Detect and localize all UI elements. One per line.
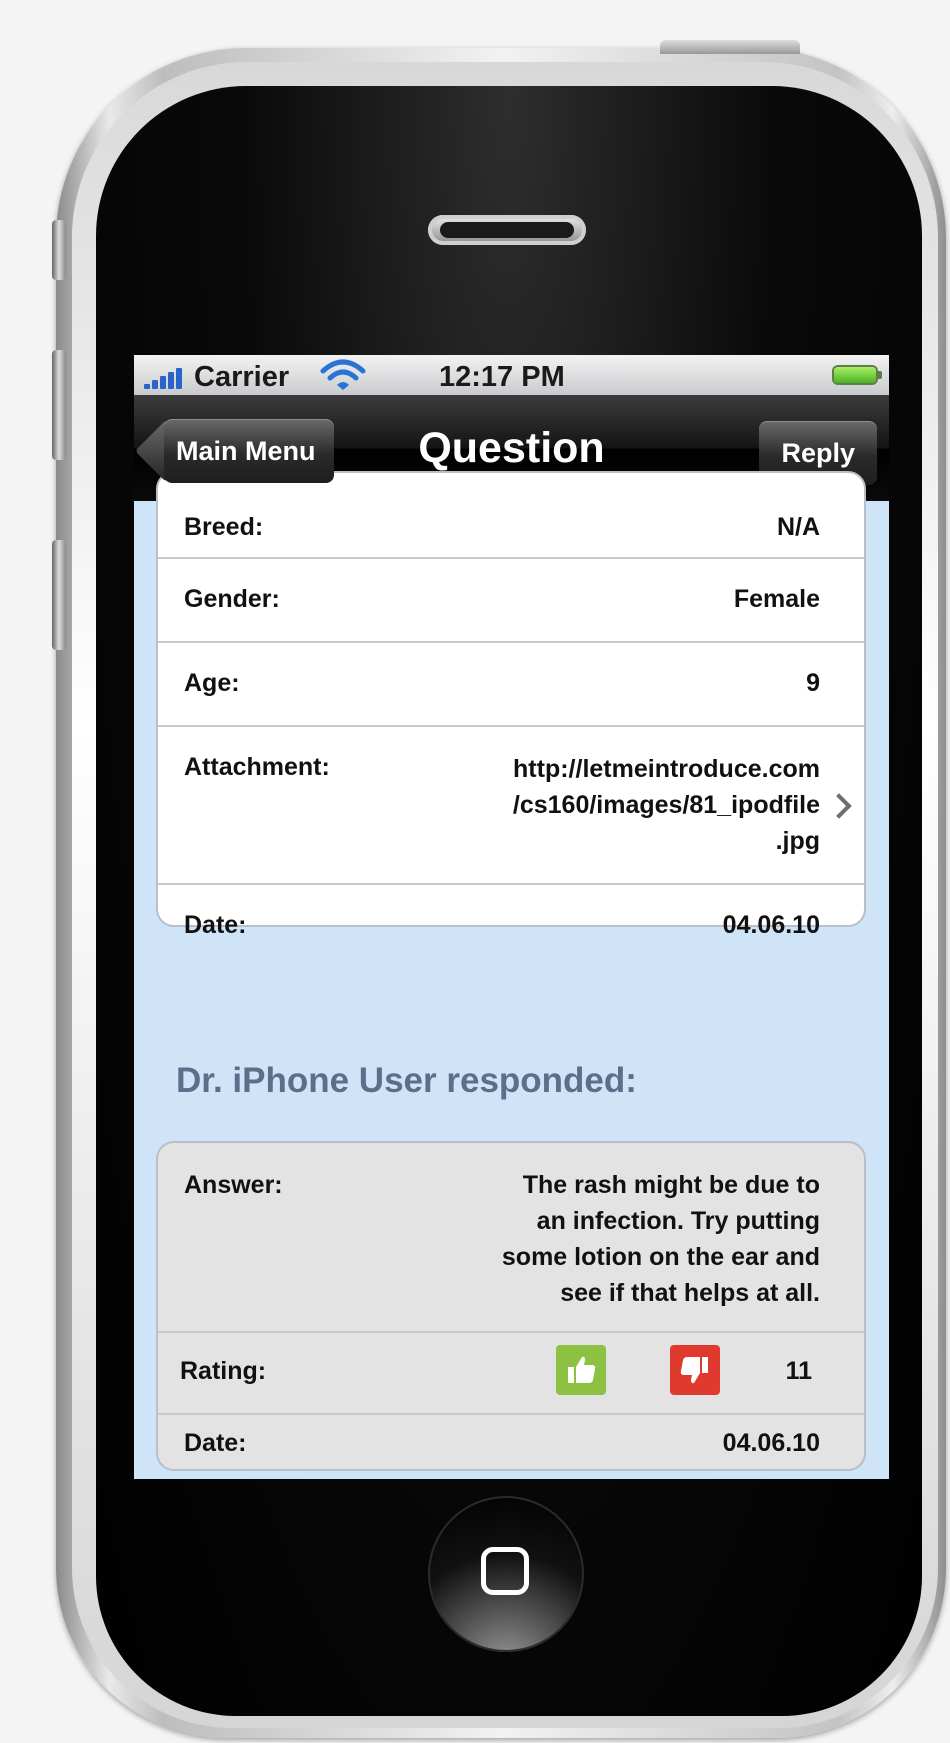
question-details-table: Breed: N/A Gender: Female Age: 9 Attachm… <box>156 471 866 939</box>
thumbs-up-icon[interactable] <box>556 1345 606 1395</box>
back-button-container: Main Menu <box>134 395 384 501</box>
thumbs-down-icon[interactable] <box>670 1345 720 1395</box>
detail-value: 9 <box>806 669 820 697</box>
answer-line: some lotion on the ear and <box>501 1243 820 1271</box>
detail-row-attachment[interactable]: Attachment: http://letmeintroduce.com /c… <box>158 725 864 885</box>
detail-row-gender: Gender: Female <box>158 557 864 643</box>
chevron-right-icon <box>826 793 852 819</box>
detail-label: Date: <box>184 911 247 939</box>
response-heading: Dr. iPhone User responded: <box>176 1061 637 1100</box>
date-label: Date: <box>184 1429 247 1457</box>
clock: 12:17 PM <box>439 361 565 393</box>
detail-label: Attachment: <box>184 753 330 781</box>
answer-text: The rash might be due to an infection. T… <box>502 1167 820 1311</box>
date-value: 04.06.10 <box>722 1429 820 1457</box>
wifi-icon <box>320 359 366 390</box>
mute-switch <box>52 220 66 280</box>
attachment-link[interactable]: http://letmeintroduce.com /cs160/images/… <box>513 751 820 859</box>
detail-label: Gender: <box>184 585 280 613</box>
detail-value: N/A <box>776 513 820 541</box>
response-row-answer: Answer: The rash might be due to an infe… <box>158 1143 864 1333</box>
volume-down-button <box>52 540 66 650</box>
power-button <box>660 40 800 54</box>
battery-icon <box>834 367 876 383</box>
detail-label: Age: <box>184 669 240 697</box>
attachment-line: http://letmeintroduce.com <box>513 755 820 783</box>
attachment-line: .jpg <box>775 827 820 855</box>
volume-up-button <box>52 350 66 460</box>
thumbs-down-glyph <box>680 1357 708 1384</box>
signal-bars-icon <box>144 367 188 389</box>
home-square-icon <box>481 1547 529 1595</box>
detail-label: Breed: <box>184 513 264 541</box>
detail-value: Female <box>733 585 820 613</box>
scroll-content[interactable]: Breed: N/A Gender: Female Age: 9 Attachm… <box>134 471 889 1479</box>
answer-line: The rash might be due to <box>522 1171 820 1199</box>
earpiece-slot <box>440 222 574 238</box>
response-table: Answer: The rash might be due to an infe… <box>156 1141 866 1471</box>
response-row-rating: Rating: 11 <box>158 1331 864 1415</box>
answer-label: Answer: <box>184 1171 283 1199</box>
answer-line: see if that helps at all. <box>560 1279 820 1307</box>
thumbs-up-glyph <box>568 1356 596 1383</box>
carrier-name: Carrier <box>194 361 290 393</box>
detail-row-age: Age: 9 <box>158 641 864 727</box>
detail-value: 04.06.10 <box>722 911 820 939</box>
main-menu-back-button[interactable]: Main Menu <box>164 419 334 483</box>
rating-label: Rating: <box>180 1357 267 1385</box>
rating-count: 11 <box>785 1357 812 1385</box>
response-row-date: Date: 04.06.10 <box>158 1413 864 1473</box>
answer-line: an infection. Try putting <box>536 1207 820 1235</box>
battery-tip <box>878 371 882 379</box>
detail-row-date: Date: 04.06.10 <box>158 883 864 969</box>
attachment-line: /cs160/images/81_ipodfile <box>512 791 820 819</box>
screen: Carrier 12:17 PM Question Main Menu Repl… <box>134 355 889 1479</box>
status-bar: Carrier 12:17 PM <box>134 355 889 395</box>
